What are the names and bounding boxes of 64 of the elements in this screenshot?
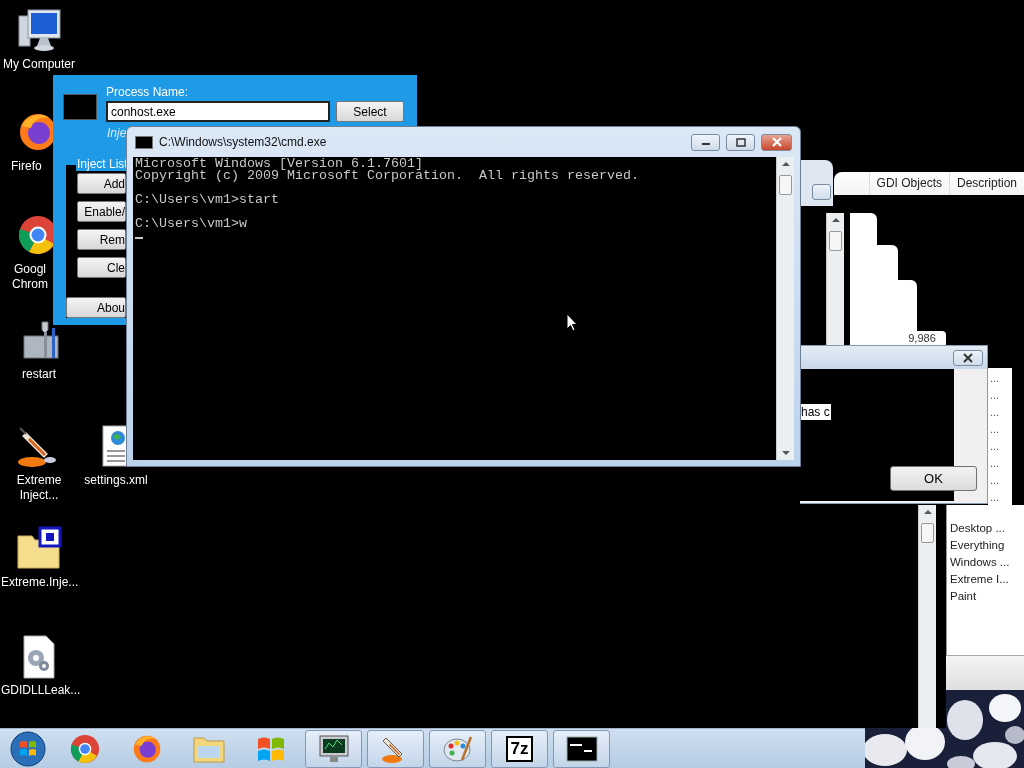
list-action-button[interactable]: Enable/ xyxy=(77,201,126,222)
monitor-icon xyxy=(317,734,350,764)
select-button[interactable]: Select xyxy=(336,101,404,122)
console-line: Microsoft Windows [Version 6.1.7601] xyxy=(135,158,423,170)
field-label: Process Name: xyxy=(106,85,189,99)
ok-button[interactable]: OK xyxy=(890,466,977,491)
table-cell-text: ... xyxy=(989,405,1001,420)
list-item[interactable]: Windows ... xyxy=(947,554,1024,571)
console-line: C:\Users\vm1>start xyxy=(135,194,280,206)
message-text: has c xyxy=(800,404,831,420)
maximize-button[interactable] xyxy=(726,133,755,151)
round-logo-icon[interactable] xyxy=(68,732,102,766)
group-title: Inject List xyxy=(76,157,129,171)
icon-label[interactable]: settings.xml xyxy=(84,473,148,488)
taskbar-button[interactable]: 7z xyxy=(491,730,548,768)
table-cell: 9,986 xyxy=(898,331,946,345)
console-line: Copyright (c) 2009 Microsoft Corporation. All rights reserved. xyxy=(135,170,640,182)
icon-label[interactable]: Extreme Inject... xyxy=(1,473,77,503)
scrollbar[interactable] xyxy=(826,213,844,345)
table-cell-text: ... xyxy=(989,490,1001,505)
list-action-button[interactable]: Rem xyxy=(77,229,126,250)
table-cell-text: ... xyxy=(989,388,1001,403)
table-cell-text: ... xyxy=(989,456,1001,471)
console-icon xyxy=(63,94,97,120)
close-button[interactable] xyxy=(953,350,983,366)
taskbar-button[interactable] xyxy=(553,730,610,768)
icon-label[interactable]: Firefo xyxy=(11,159,42,174)
icon-label[interactable]: restart xyxy=(22,367,56,382)
table-cell-text: ... xyxy=(989,473,1001,488)
table-cell-text: ... xyxy=(989,422,1001,437)
list-item[interactable]: Extreme I... xyxy=(947,571,1024,588)
table-cell-text: ... xyxy=(989,439,1001,454)
icon-label[interactable]: My Computer xyxy=(3,57,75,72)
close-icon xyxy=(961,353,975,363)
table-cell-text: ... xyxy=(989,371,1001,386)
folder-icon xyxy=(16,526,62,572)
icon-label[interactable]: Googl Chrom xyxy=(11,262,49,292)
console-icon xyxy=(565,736,598,762)
taskbar-button[interactable] xyxy=(305,730,362,768)
window-title: C:\Windows\system32\cmd.exe xyxy=(159,135,328,149)
computer-icon xyxy=(16,8,62,54)
hint-text: Inje xyxy=(107,126,127,140)
process-name-field[interactable]: conhost.exe xyxy=(106,101,330,122)
list-item[interactable]: Desktop ... xyxy=(947,520,1024,537)
close-icon xyxy=(770,137,783,147)
list-action-button[interactable]: Add xyxy=(77,173,126,194)
minimize-button[interactable] xyxy=(691,133,720,151)
column-header[interactable]: GDI Objects xyxy=(868,172,949,195)
column-header[interactable]: Description xyxy=(948,172,1024,195)
scrollbar[interactable] xyxy=(918,505,936,728)
text-cursor xyxy=(135,237,143,239)
console-icon xyxy=(135,135,153,149)
gear-file-icon xyxy=(22,634,56,680)
list-item[interactable]: Everything xyxy=(947,537,1024,554)
palette-icon xyxy=(441,734,474,764)
icon-label[interactable]: Extreme.Inje... xyxy=(1,575,77,590)
list-action-button[interactable]: Cle xyxy=(77,257,126,278)
scrollbar[interactable] xyxy=(776,157,794,460)
console-line: C:\Users\vm1>w xyxy=(135,218,248,230)
about-button[interactable]: Abou xyxy=(66,297,126,318)
list-item[interactable]: Paint xyxy=(947,588,1024,605)
maximize-icon xyxy=(735,137,746,147)
archive-logo-icon: 7z xyxy=(505,736,534,762)
mouse-pointer-icon xyxy=(566,313,578,332)
